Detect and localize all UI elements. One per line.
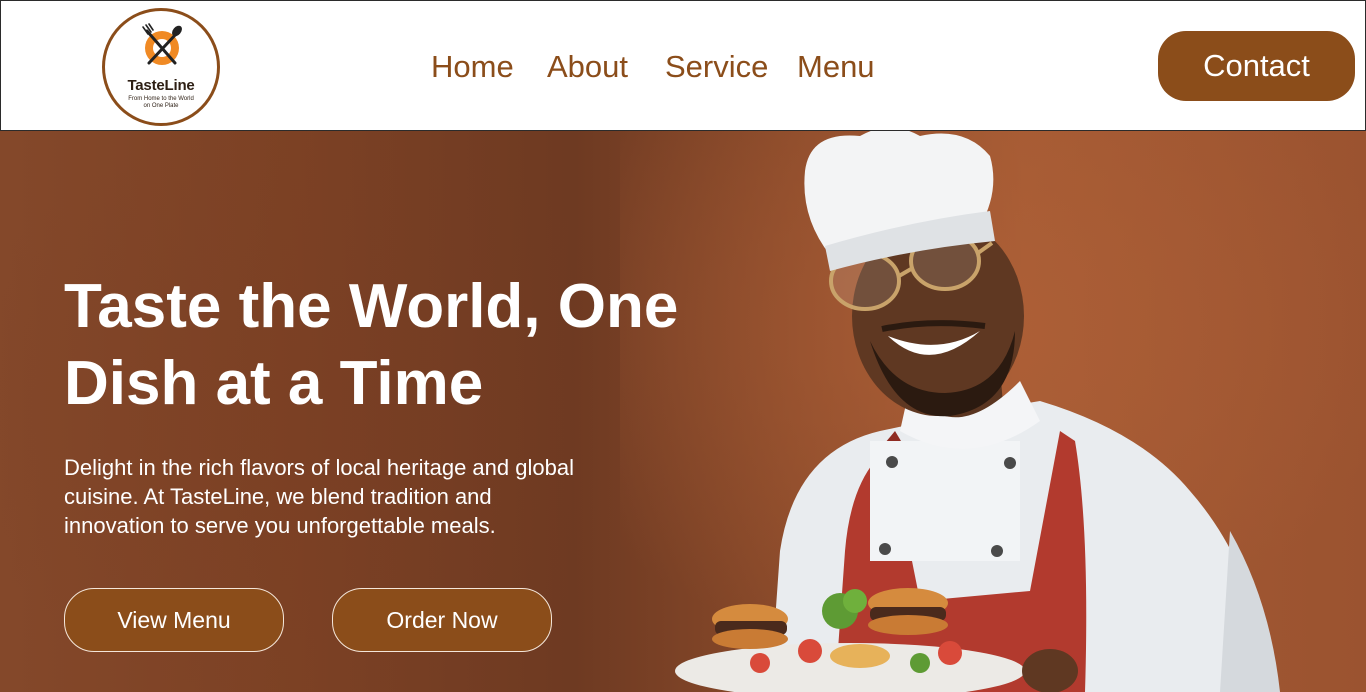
hero-description-line: innovation to serve you unforgettable me… [64, 513, 496, 538]
hero-description-line: Delight in the rich flavors of local her… [64, 455, 574, 480]
nav-item-service[interactable]: Service [665, 47, 768, 87]
contact-button[interactable]: Contact [1158, 31, 1355, 101]
nav-item-about[interactable]: About [547, 47, 628, 87]
logo-name: TasteLine [127, 77, 195, 94]
nav-item-home[interactable]: Home [431, 47, 514, 87]
order-now-button[interactable]: Order Now [332, 588, 552, 652]
logo-tagline-line: on One Plate [143, 103, 179, 109]
site-header: TasteLine From Home to the World on One … [0, 0, 1366, 131]
hero-title: Taste the World, One Dish at a Time [64, 268, 764, 422]
logo[interactable]: TasteLine From Home to the World on One … [102, 8, 220, 126]
logo-tagline: From Home to the World on One Plate [119, 96, 203, 110]
hero-title-line: Dish at a Time [64, 349, 484, 418]
nav-item-menu[interactable]: Menu [797, 47, 875, 87]
hero-description: Delight in the rich flavors of local her… [64, 453, 704, 540]
hero-description-line: cuisine. At TasteLine, we blend traditio… [64, 484, 492, 509]
hero-section: Taste the World, One Dish at a Time Deli… [0, 131, 1366, 692]
logo-tagline-line: From Home to the World [128, 96, 194, 102]
hero-title-line: Taste the World, One [64, 272, 679, 341]
fork-spoon-knife-icon [142, 23, 182, 65]
view-menu-button[interactable]: View Menu [64, 588, 284, 652]
